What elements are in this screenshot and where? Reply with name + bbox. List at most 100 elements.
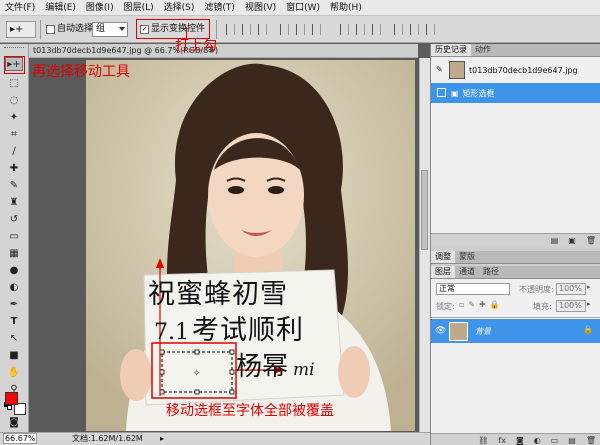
document-tab[interactable]: t013db70decb1d9e647.jpg @ 66.7%(RGB/8#) … — [29, 44, 418, 58]
menu-bar: 文件(F) 编辑(E) 图像(I) 图层(L) 选择(S) 滤镜(T) 视图(V… — [0, 0, 600, 16]
path-selection-icon[interactable]: ↖ — [5, 332, 23, 346]
menu-window[interactable]: 窗口(W) — [281, 0, 325, 16]
history-brush-source-icon[interactable]: ✎ — [436, 65, 443, 74]
history-step-checkbox[interactable] — [437, 88, 446, 97]
distribute-hcenter-icon[interactable] — [410, 24, 419, 35]
marquee-tool-icon[interactable]: ⬚ — [5, 77, 23, 91]
foreground-color-swatch[interactable] — [5, 392, 18, 405]
align-bottom-icon[interactable] — [258, 24, 267, 35]
annotation-select-tool: 再选择移动工具 — [32, 64, 130, 80]
annotation-tick: 打上勾 — [175, 38, 217, 54]
distribute-bottom-icon[interactable] — [372, 24, 381, 35]
blur-tool-icon[interactable]: ● — [5, 264, 23, 278]
history-snapshot-row[interactable]: ✎ t013db70decb1d9e647.jpg — [431, 57, 600, 83]
scrollbar-thumb[interactable] — [421, 170, 428, 250]
tab-paths[interactable]: 路径 — [479, 266, 503, 278]
magic-wand-icon[interactable]: ✦ — [5, 111, 23, 125]
distribute-vcenter-icon[interactable] — [356, 24, 365, 35]
trash-icon[interactable]: 🗑 — [586, 436, 596, 445]
align-top-icon[interactable] — [226, 24, 235, 35]
history-brush-icon[interactable]: ↺ — [5, 213, 23, 227]
brush-tool-icon[interactable]: ✎ — [5, 179, 23, 193]
layers-panel-footer: ⛓ fx ◙ ◐ ▭ ▤ 🗑 — [431, 433, 600, 445]
distribute-top-icon[interactable] — [340, 24, 349, 35]
photo-canvas[interactable]: ✧ 祝蜜蜂初雪 7.1 考试顺利 杨幂 mi — [86, 60, 415, 431]
blend-mode-value: 正常 — [439, 284, 455, 293]
svg-text:✧: ✧ — [193, 369, 201, 379]
tab-channels[interactable]: 通道 — [455, 266, 479, 278]
blend-mode-dropdown[interactable]: 正常 — [436, 283, 510, 295]
auto-select-checkbox[interactable] — [46, 25, 55, 34]
eyedropper-icon[interactable]: ∕ — [5, 145, 23, 159]
shape-tool-icon[interactable]: ■ — [5, 349, 23, 363]
new-snapshot-icon[interactable]: ▣ — [568, 236, 576, 245]
healing-brush-icon[interactable]: ✚ — [5, 162, 23, 176]
new-document-icon[interactable]: ▤ — [551, 236, 559, 245]
menu-edit[interactable]: 编辑(E) — [40, 0, 81, 16]
opacity-field[interactable]: 100% — [556, 283, 586, 295]
link-layers-icon[interactable]: ⛓ — [478, 436, 488, 445]
sign-line-3: 杨幂 — [236, 352, 289, 382]
layers-panel: 正常 不透明度: 100% ▸ 锁定: ▫✎✚🔒 填充: 100% ▸ 👁 背景… — [431, 279, 600, 433]
align-hcenter-icon[interactable] — [296, 24, 305, 35]
lasso-tool-icon[interactable]: ◌ — [5, 94, 23, 108]
menu-layer[interactable]: 图层(L) — [119, 0, 159, 16]
chevron-right-icon[interactable]: ▸ — [587, 283, 591, 291]
opacity-label: 不透明度: — [519, 285, 554, 294]
align-left-icon[interactable] — [280, 24, 289, 35]
tab-actions[interactable]: 动作 — [471, 44, 495, 56]
menu-filter[interactable]: 滤镜(T) — [199, 0, 240, 16]
align-vcenter-icon[interactable] — [242, 24, 251, 35]
layers-panel-tabs: 图层 通道 路径 — [431, 266, 600, 279]
layer-row-background[interactable]: 👁 背景 🔒 — [431, 319, 600, 343]
eye-icon[interactable]: 👁 — [435, 326, 446, 336]
chevron-right-icon[interactable]: ▸ — [587, 300, 591, 308]
trash-icon[interactable]: 🗑 — [586, 236, 596, 245]
tab-adjustments[interactable]: 调整 — [431, 251, 455, 263]
tool-preset-picker[interactable]: ▸+ — [6, 21, 36, 38]
new-layer-icon[interactable]: ▤ — [568, 436, 576, 445]
history-panel-footer: ▤ ▣ 🗑 — [431, 233, 600, 247]
menu-help[interactable]: 帮助(H) — [325, 0, 367, 16]
align-right-icon[interactable] — [312, 24, 321, 35]
pen-tool-icon[interactable]: ✒ — [5, 298, 23, 312]
menu-image[interactable]: 图像(I) — [81, 0, 119, 16]
history-step-row[interactable]: ▣ 矩形选框 — [431, 83, 600, 103]
marquee-step-icon: ▣ — [451, 88, 459, 98]
quick-mask-icon[interactable]: ◙ — [5, 416, 23, 430]
lock-icon: 🔒 — [583, 325, 593, 334]
layer-mask-icon[interactable]: ◙ — [516, 436, 524, 445]
lock-label: 锁定: — [436, 302, 455, 311]
distribute-right-icon[interactable] — [426, 24, 435, 35]
tab-history[interactable]: 历史记录 — [431, 44, 471, 56]
menu-view[interactable]: 视图(V) — [240, 0, 281, 16]
new-group-icon[interactable]: ▭ — [551, 436, 559, 445]
zoom-field[interactable]: 66.67% — [3, 433, 37, 444]
menu-select[interactable]: 选择(S) — [159, 0, 200, 16]
lock-options-icon[interactable]: ▫✎✚🔒 — [459, 300, 504, 309]
clone-stamp-icon[interactable]: ♜ — [5, 196, 23, 210]
auto-select-dropdown[interactable]: 组 — [92, 22, 128, 37]
adjustment-layer-icon[interactable]: ◐ — [534, 436, 541, 445]
show-transform-label: 显示变换控件 — [151, 24, 206, 34]
menu-file[interactable]: 文件(F) — [0, 0, 40, 16]
tab-masks[interactable]: 蒙版 — [455, 251, 479, 263]
toolbar-grip[interactable] — [4, 47, 24, 50]
layer-style-icon[interactable]: fx — [498, 436, 506, 445]
distribute-left-icon[interactable] — [394, 24, 403, 35]
type-tool-icon[interactable]: T — [5, 315, 23, 329]
eraser-tool-icon[interactable]: ▭ — [5, 230, 23, 244]
show-transform-checkbox[interactable]: ✓ — [140, 25, 149, 34]
hand-tool-icon[interactable]: ✋ — [5, 366, 23, 380]
crop-tool-icon[interactable]: ⌗ — [5, 128, 23, 142]
status-menu-icon[interactable]: ▸ — [160, 433, 164, 445]
divider — [431, 317, 600, 318]
history-snapshot-label: t013db70decb1d9e647.jpg — [469, 65, 578, 75]
snapshot-thumbnail — [449, 61, 465, 79]
gradient-tool-icon[interactable]: ▦ — [5, 247, 23, 261]
tab-layers[interactable]: 图层 — [431, 266, 455, 278]
sign-line-3-mi: mi — [293, 360, 315, 380]
history-panel-tabs: 历史记录 动作 — [431, 44, 600, 57]
dodge-tool-icon[interactable]: ◐ — [5, 281, 23, 295]
fill-field[interactable]: 100% — [556, 300, 586, 312]
